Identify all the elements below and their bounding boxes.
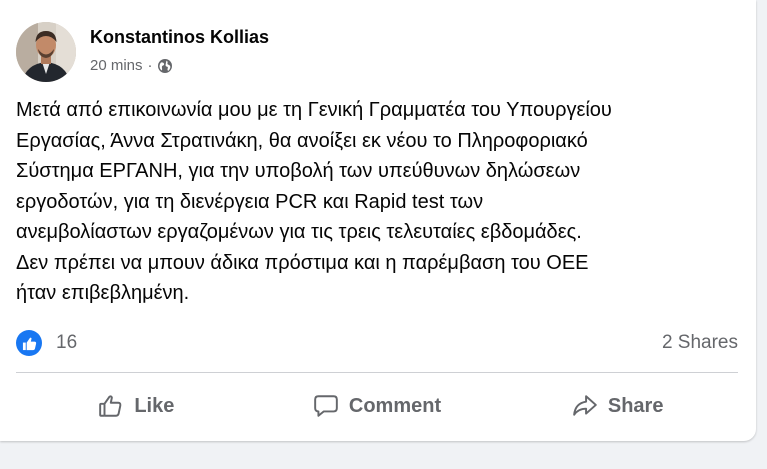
globe-icon[interactable] — [157, 58, 173, 74]
shares-count[interactable]: 2 Shares — [662, 332, 738, 354]
post-card: Konstantinos Kollias 20 mins · Μετά από … — [0, 0, 756, 441]
post-text: Μετά από επικοινωνία μου με τη Γενική Γρ… — [16, 99, 612, 304]
thumbs-up-icon — [99, 395, 122, 417]
reaction-count: 16 — [56, 332, 78, 353]
post-header: Konstantinos Kollias 20 mins · — [16, 22, 269, 82]
actions-divider — [16, 372, 738, 373]
comment-bubble-icon — [314, 395, 338, 417]
like-label: Like — [134, 394, 175, 417]
author-name[interactable]: Konstantinos Kollias — [90, 26, 269, 48]
post-timestamp[interactable]: 20 mins — [90, 57, 143, 75]
share-arrow-icon — [573, 395, 597, 416]
post-actions: Like Comment Share — [16, 380, 738, 432]
reactions-summary[interactable]: 16 — [16, 330, 77, 356]
like-badge-icon — [16, 330, 42, 356]
comment-button[interactable]: Comment — [257, 380, 498, 432]
comment-label: Comment — [348, 394, 442, 417]
avatar-photo — [16, 22, 76, 82]
avatar[interactable] — [16, 22, 76, 82]
share-label: Share — [607, 394, 664, 417]
post-meta: Konstantinos Kollias 20 mins · — [90, 26, 269, 75]
meta-separator: · — [147, 57, 153, 74]
like-button[interactable]: Like — [16, 380, 257, 432]
post-subline: 20 mins · — [90, 57, 269, 75]
share-button[interactable]: Share — [497, 380, 738, 432]
post-stats: 16 2 Shares — [16, 330, 738, 356]
